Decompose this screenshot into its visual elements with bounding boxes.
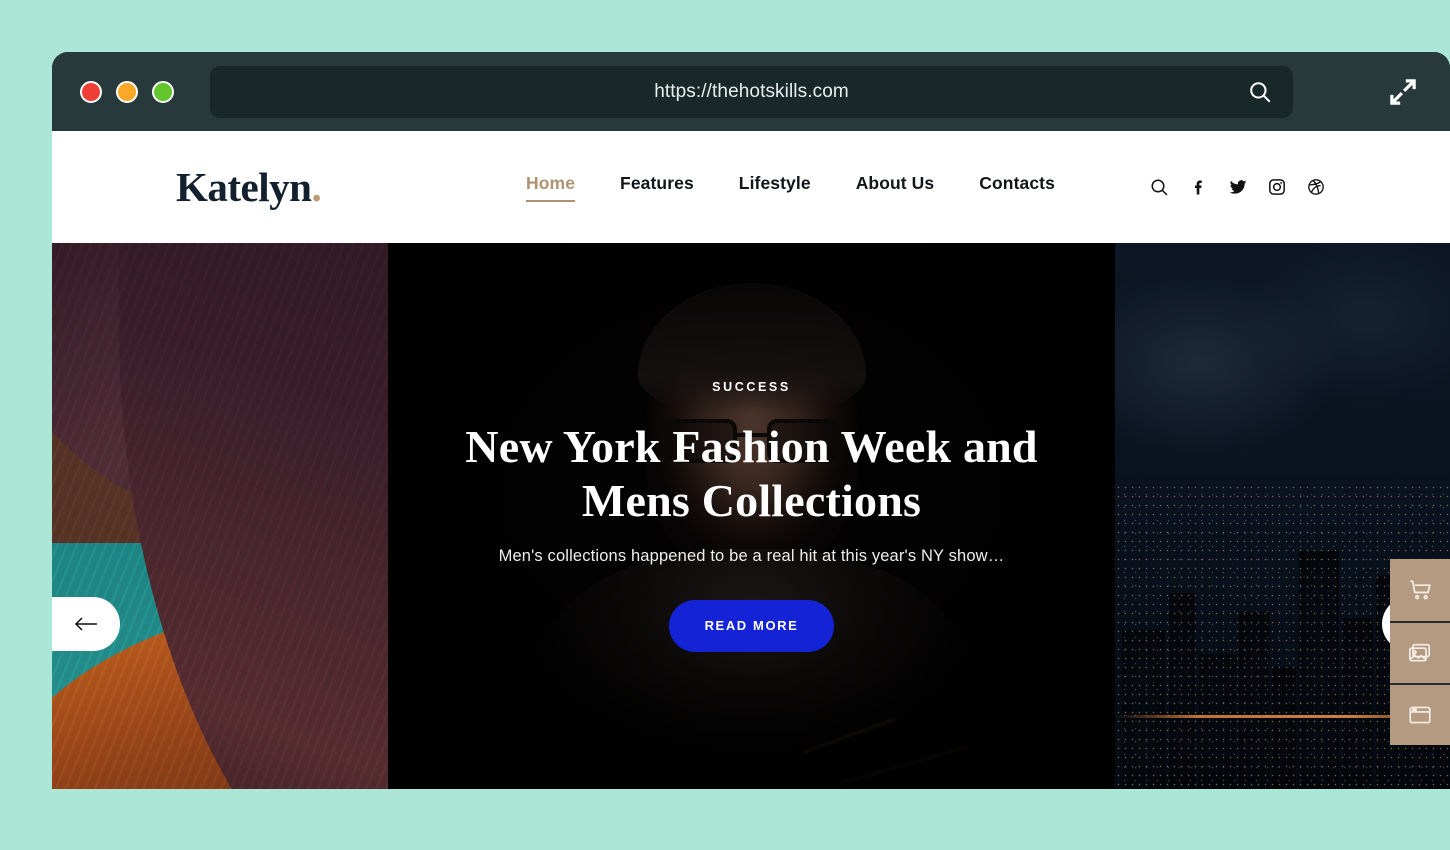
search-icon[interactable] [1149, 177, 1170, 198]
gallery-button[interactable] [1390, 621, 1450, 683]
minimize-window-button[interactable] [116, 80, 138, 103]
maximize-window-button[interactable] [152, 80, 174, 103]
main-navigation: Home Features Lifestyle About Us Contact… [526, 173, 1055, 202]
slide-active: SUCCESS New York Fashion Week and Mens C… [388, 243, 1115, 789]
dribbble-icon[interactable] [1306, 177, 1326, 197]
read-more-button[interactable]: READ MORE [668, 599, 835, 652]
arrow-left-icon [74, 617, 97, 631]
cart-button[interactable] [1390, 559, 1450, 621]
instagram-icon[interactable] [1267, 177, 1287, 197]
close-window-button[interactable] [80, 80, 102, 103]
category-badge[interactable]: SUCCESS [712, 380, 791, 394]
side-action-bar [1390, 559, 1450, 745]
slide-title: New York Fashion Week and Mens Collectio… [465, 421, 1038, 526]
url-text: https://thehotskills.com [654, 81, 849, 102]
slide-preview-previous[interactable] [52, 243, 388, 789]
slide-content: SUCCESS New York Fashion Week and Mens C… [388, 243, 1115, 789]
browser-window: https://thehotskills.com Katelyn. Home F… [52, 52, 1450, 789]
slide-excerpt: Men's collections happened to be a real … [498, 546, 1005, 565]
expand-arrows-icon[interactable] [1386, 75, 1420, 109]
gallery-icon [1409, 643, 1431, 662]
nav-item-lifestyle[interactable]: Lifestyle [739, 173, 811, 201]
site-header: Katelyn. Home Features Lifestyle About U… [52, 131, 1450, 243]
nav-item-contacts[interactable]: Contacts [979, 173, 1055, 201]
nav-item-home[interactable]: Home [526, 173, 576, 202]
hero-slider: SUCCESS New York Fashion Week and Mens C… [52, 243, 1450, 789]
facebook-icon[interactable] [1189, 177, 1209, 197]
window-icon [1409, 706, 1431, 724]
slider-prev-button[interactable] [52, 597, 120, 651]
nav-item-about-us[interactable]: About Us [856, 173, 935, 201]
canyon-image [52, 243, 388, 789]
twitter-icon[interactable] [1228, 177, 1248, 197]
header-icon-group [1149, 177, 1326, 198]
window-controls [80, 80, 174, 103]
site-logo[interactable]: Katelyn. [176, 163, 322, 211]
nav-item-features[interactable]: Features [620, 173, 694, 201]
window-button[interactable] [1390, 683, 1450, 745]
cart-icon [1410, 580, 1431, 600]
browser-chrome: https://thehotskills.com [52, 52, 1450, 131]
search-icon[interactable] [1247, 79, 1273, 105]
address-bar[interactable]: https://thehotskills.com [210, 66, 1293, 118]
logo-text: Katelyn [176, 164, 312, 210]
logo-accent-dot: . [311, 164, 322, 210]
